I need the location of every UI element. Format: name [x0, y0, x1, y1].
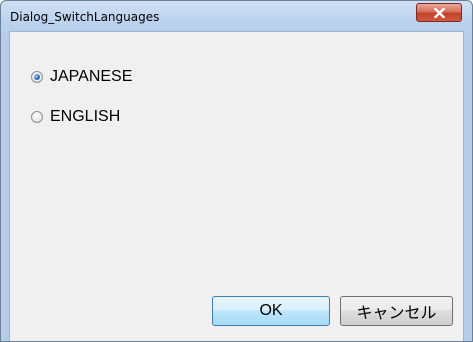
radio-button-japanese[interactable]	[31, 71, 43, 83]
title-bar[interactable]: Dialog_SwitchLanguages	[1, 1, 472, 31]
dialog-window: Dialog_SwitchLanguages JAPANESE ENGLISH …	[0, 0, 473, 342]
window-title: Dialog_SwitchLanguages	[10, 10, 160, 24]
radio-option-english[interactable]: ENGLISH	[31, 108, 120, 126]
cancel-button[interactable]: キャンセル	[340, 296, 453, 326]
close-icon	[434, 8, 445, 18]
radio-option-japanese[interactable]: JAPANESE	[31, 68, 132, 86]
dialog-client-area: JAPANESE ENGLISH OK キャンセル	[9, 31, 464, 341]
ok-button[interactable]: OK	[212, 296, 330, 326]
close-button[interactable]	[416, 3, 462, 22]
radio-label-english[interactable]: ENGLISH	[50, 108, 120, 126]
radio-button-english[interactable]	[31, 111, 43, 123]
radio-label-japanese[interactable]: JAPANESE	[50, 68, 132, 86]
